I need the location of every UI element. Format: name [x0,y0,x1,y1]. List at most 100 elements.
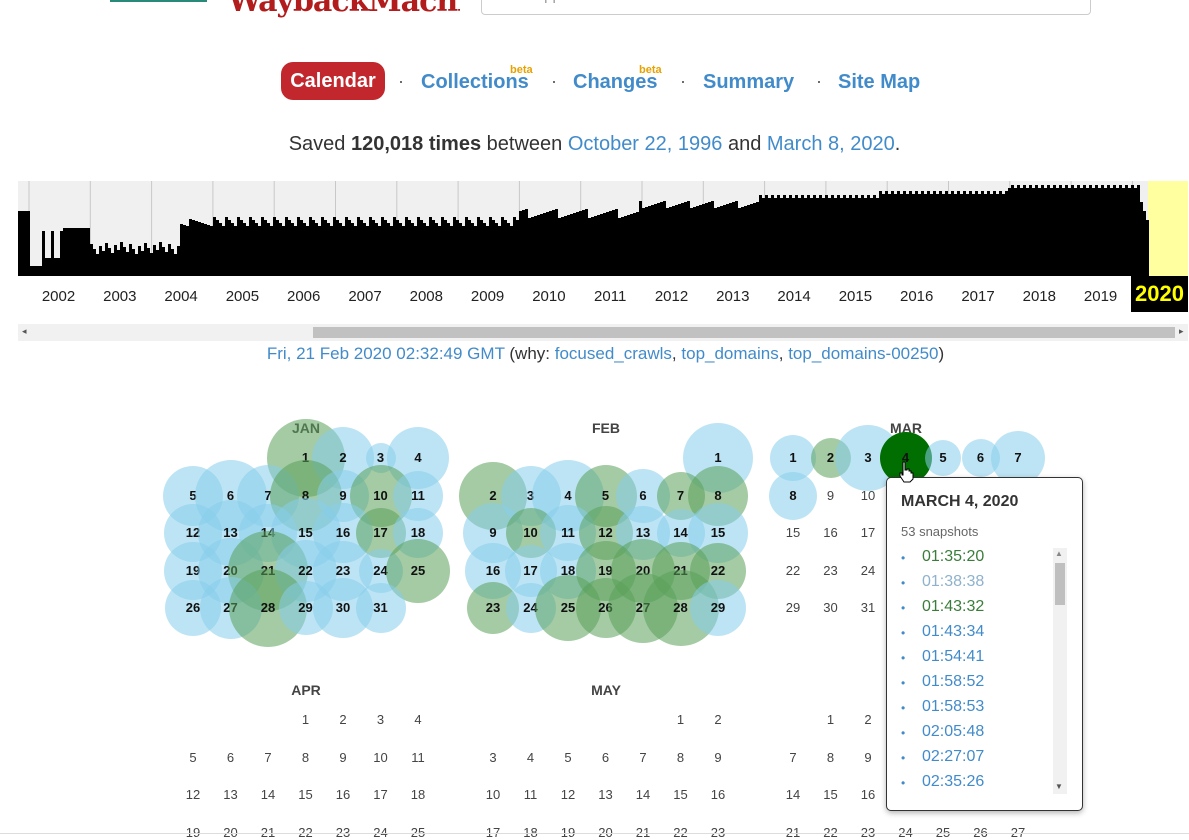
calendar-day: 19 [560,824,576,840]
calendar-day[interactable]: 3 [853,450,883,465]
bullet-icon: • [901,701,906,715]
snapshot-time-link[interactable]: 01:54:41 [922,648,984,666]
snapshot-time-link[interactable]: 01:58:52 [922,673,984,691]
bullet-icon: • [901,726,906,740]
calendar-day: 1 [826,712,835,727]
calendar-day: 17 [373,787,388,802]
calendar-day: 7 [789,749,797,765]
calendar-day[interactable]: 17 [366,525,396,540]
calendar-day: 12 [560,787,576,802]
calendar-day[interactable]: 2 [328,450,358,465]
calendar-day: 31 [860,600,876,615]
calendar-day[interactable]: 30 [328,600,358,615]
calendar-day: 19 [185,824,201,840]
hand-cursor-icon [899,461,914,483]
calendar-day: 15 [785,525,801,540]
calendar-day: 14 [635,787,651,802]
calendar-day: 5 [189,749,197,765]
calendar-day[interactable]: 11 [403,488,433,503]
calendar-day[interactable]: 16 [328,525,358,540]
calendar-day: 13 [598,787,613,802]
bullet-icon: • [901,776,906,790]
calendar-day[interactable]: 7 [1003,450,1033,465]
calendar-day: 23 [823,562,838,578]
calendar-day: 23 [860,824,876,840]
calendar-day: 22 [823,824,838,840]
calendar-day: 15 [298,787,313,802]
calendar-day[interactable]: 13 [628,525,658,540]
calendar-day[interactable]: 9 [478,525,508,540]
calendar-day[interactable]: 22 [703,563,733,578]
calendar-day: 26 [973,824,988,840]
calendar-day[interactable]: 29 [703,600,733,615]
snapshot-time-link[interactable]: 01:38:38 [922,573,984,591]
calendar-day[interactable]: 8 [703,488,733,503]
calendar-day: 13 [223,787,238,802]
calendar-day: 10 [373,749,388,765]
calendar-day: 24 [373,824,388,840]
snapshot-time-link[interactable]: 01:35:20 [922,548,984,566]
calendar-day[interactable]: 23 [478,600,508,615]
calendar-day: 10 [485,787,501,802]
calendar-day[interactable]: 4 [403,450,433,465]
snapshot-time-link[interactable]: 01:43:34 [922,623,984,641]
scroll-down-icon[interactable]: ▼ [1055,782,1063,791]
calendar-day: 18 [523,824,538,840]
calendar-day[interactable]: 16 [478,563,508,578]
calendar-day: 24 [898,824,913,840]
calendar-day: 22 [785,562,801,578]
snapshot-time-link[interactable]: 01:58:53 [922,698,984,716]
calendar-day: 30 [823,600,838,615]
calendar-day[interactable]: 25 [403,563,433,578]
calendar-day[interactable]: 18 [403,525,433,540]
calendar-day: 11 [411,749,425,765]
calendar-day: 9 [339,749,347,765]
calendar-day[interactable]: 5 [928,450,958,465]
calendar-day: 17 [485,824,501,840]
calendar-day: 16 [335,787,351,802]
calendar-day: 7 [639,749,647,765]
calendar-day: 29 [785,600,801,615]
calendar-day: 25 [410,824,426,840]
popup-scrollbar[interactable]: ▲ ▼ [1053,548,1067,794]
calendar-day: 16 [710,787,726,802]
month-label-may: MAY [591,682,621,698]
bullet-icon: • [901,551,906,565]
snapshot-time-link[interactable]: 02:35:26 [922,773,984,791]
scroll-up-icon[interactable]: ▲ [1055,549,1063,558]
calendar-day: 9 [864,749,872,765]
calendar-day: 11 [523,787,538,802]
calendar-day[interactable]: 1 [703,450,733,465]
bottom-divider [0,833,1189,834]
calendar-day: 16 [823,525,838,540]
calendar-day[interactable]: 6 [628,488,658,503]
calendar-day: 6 [601,749,610,765]
calendar-day: 2 [339,712,347,727]
calendar-day: 3 [489,749,497,765]
calendar-day[interactable]: 1 [778,450,808,465]
calendar-day[interactable]: 23 [328,563,358,578]
snapshot-time-link[interactable]: 01:43:32 [922,598,984,616]
calendar-day: 1 [301,712,310,727]
calendar-day[interactable]: 8 [778,488,808,503]
calendar-day[interactable]: 15 [703,525,733,540]
calendar-day: 8 [301,749,310,765]
calendar-day: 14 [260,787,276,802]
calendar-day: 9 [714,749,722,765]
calendar-day: 8 [676,749,685,765]
calendar-day[interactable]: 10 [366,488,396,503]
bullet-icon: • [901,576,906,590]
popup-scroll-thumb[interactable] [1055,563,1065,605]
snapshot-time-link[interactable]: 02:05:48 [922,723,984,741]
calendar-day: 21 [635,824,651,840]
snapshot-time-link[interactable]: 02:27:07 [922,748,984,766]
calendar-day: 6 [226,749,235,765]
calendar-day: 15 [823,787,838,802]
calendar-day: 4 [414,712,422,727]
calendar-day: 14 [785,787,801,802]
calendar-day[interactable]: 31 [366,600,396,615]
calendar-day: 24 [860,562,876,578]
bullet-icon: • [901,626,906,640]
calendar-day: 3 [376,712,385,727]
calendar-day: 18 [410,787,426,802]
